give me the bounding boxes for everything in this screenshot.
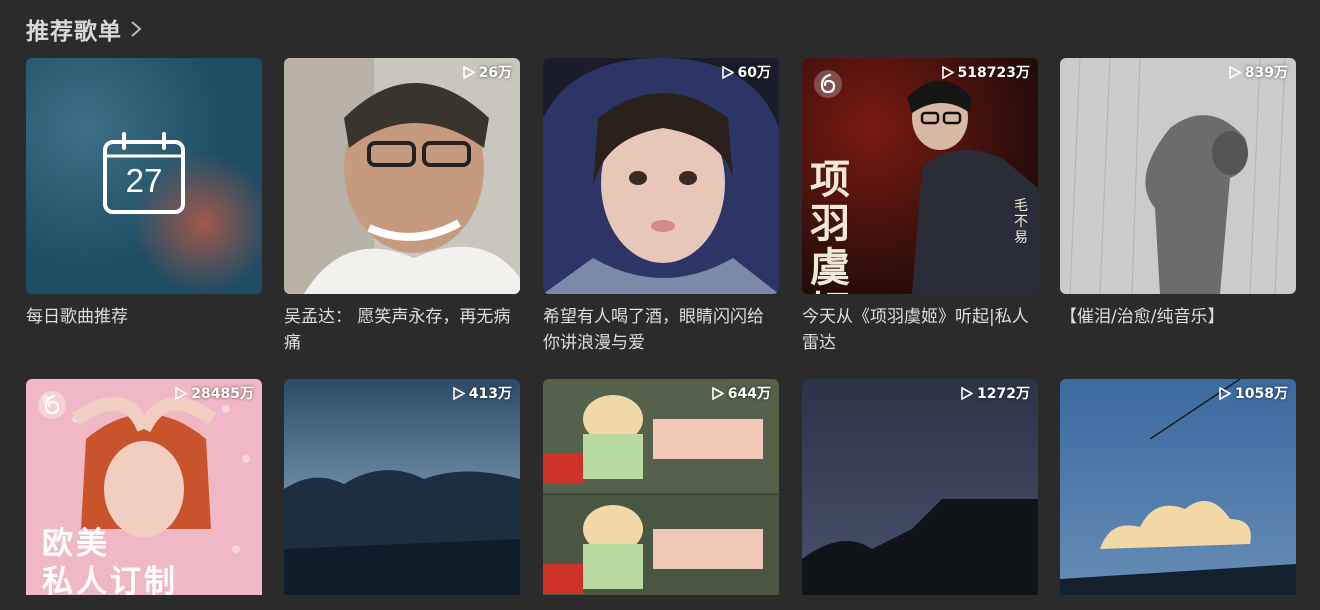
play-icon — [721, 65, 734, 79]
play-count: 518723万 — [941, 62, 1030, 82]
play-count: 1058万 — [1219, 383, 1288, 403]
play-count: 1272万 — [961, 383, 1030, 403]
playlist-card-daily[interactable]: 27 每日歌曲推荐 — [26, 58, 262, 330]
play-count: 413万 — [452, 383, 512, 403]
play-count-value: 518723万 — [957, 65, 1030, 81]
playlist-cover[interactable]: 26万 — [284, 58, 520, 294]
cover-image — [284, 379, 520, 595]
playlist-cover[interactable]: 1058万 — [1060, 379, 1296, 595]
playlist-card[interactable]: 1058万 — [1060, 379, 1296, 595]
playlist-name[interactable]: 【催泪/治愈/纯音乐】 — [1060, 304, 1296, 330]
cover-title-vertical: 项羽虞姬 — [810, 156, 850, 295]
play-count-value: 1272万 — [977, 386, 1030, 402]
playlist-cover[interactable]: 1272万 — [802, 379, 1038, 595]
playlist-cover[interactable]: 欧美 私人订制 28485万 — [26, 379, 262, 595]
cover-image — [284, 58, 520, 294]
playlist-card[interactable]: 项羽虞姬 毛不易 518723万 今天从《项羽虞姬》听起|私人雷达 — [802, 58, 1038, 356]
chevron-right-icon — [131, 21, 142, 37]
netease-music-logo-icon — [814, 70, 842, 98]
playlist-cover[interactable]: 27 — [26, 58, 262, 294]
bottom-divider — [0, 598, 1320, 610]
playlist-name[interactable]: 希望有人喝了酒，眼睛闪闪给你讲浪漫与爱 — [543, 304, 779, 356]
play-count-value: 644万 — [727, 386, 771, 402]
play-count: 26万 — [462, 62, 512, 82]
playlist-name[interactable]: 吴孟达： 愿笑声永存，再无病痛 — [284, 304, 520, 356]
play-icon — [711, 386, 724, 400]
playlist-cover[interactable]: 项羽虞姬 毛不易 518723万 — [802, 58, 1038, 294]
cover-image — [543, 379, 779, 595]
cover-image — [1060, 379, 1296, 595]
playlist-cover[interactable]: 839万 — [1060, 58, 1296, 294]
section-title: 推荐歌单 — [26, 19, 122, 45]
playlist-card[interactable]: 60万 希望有人喝了酒，眼睛闪闪给你讲浪漫与爱 — [543, 58, 779, 356]
playlist-card[interactable]: 644万 — [543, 379, 779, 595]
play-count: 644万 — [711, 383, 771, 403]
play-icon — [462, 65, 475, 79]
netease-music-logo-icon — [38, 391, 66, 419]
cover-artist: 毛不易 — [1014, 198, 1028, 246]
cover-title-line-1: 欧美 — [42, 526, 110, 562]
cover-title-line-2: 私人订制 — [42, 564, 178, 595]
play-count-value: 1058万 — [1235, 386, 1288, 402]
cover-image — [802, 379, 1038, 595]
play-count-value: 839万 — [1244, 65, 1288, 81]
play-count: 839万 — [1228, 62, 1288, 82]
playlist-card[interactable]: 1272万 — [802, 379, 1038, 595]
playlist-card[interactable]: 413万 — [284, 379, 520, 595]
playlist-cover[interactable]: 60万 — [543, 58, 779, 294]
play-count-value: 60万 — [737, 65, 771, 81]
play-icon — [175, 386, 188, 400]
play-icon — [1228, 65, 1241, 79]
play-count: 28485万 — [175, 383, 254, 403]
cover-image — [543, 58, 779, 294]
playlist-cover[interactable]: 413万 — [284, 379, 520, 595]
play-icon — [1219, 386, 1232, 400]
play-count-value: 28485万 — [191, 386, 254, 402]
playlist-name[interactable]: 今天从《项羽虞姬》听起|私人雷达 — [802, 304, 1038, 356]
play-icon — [961, 386, 974, 400]
play-icon — [452, 386, 465, 400]
play-count-value: 413万 — [468, 386, 512, 402]
play-count: 60万 — [721, 62, 771, 82]
section-header-recommended-playlists[interactable]: 推荐歌单 — [26, 12, 144, 46]
playlist-cover[interactable]: 644万 — [543, 379, 779, 595]
cover-image — [1060, 58, 1296, 294]
playlist-card[interactable]: 欧美 私人订制 28485万 — [26, 379, 262, 595]
calendar-day: 27 — [125, 162, 163, 199]
playlist-name[interactable]: 每日歌曲推荐 — [26, 304, 262, 330]
play-count-value: 26万 — [478, 65, 512, 81]
playlist-card[interactable]: 839万 【催泪/治愈/纯音乐】 — [1060, 58, 1296, 330]
play-icon — [941, 65, 954, 79]
playlist-card[interactable]: 26万 吴孟达： 愿笑声永存，再无病痛 — [284, 58, 520, 356]
